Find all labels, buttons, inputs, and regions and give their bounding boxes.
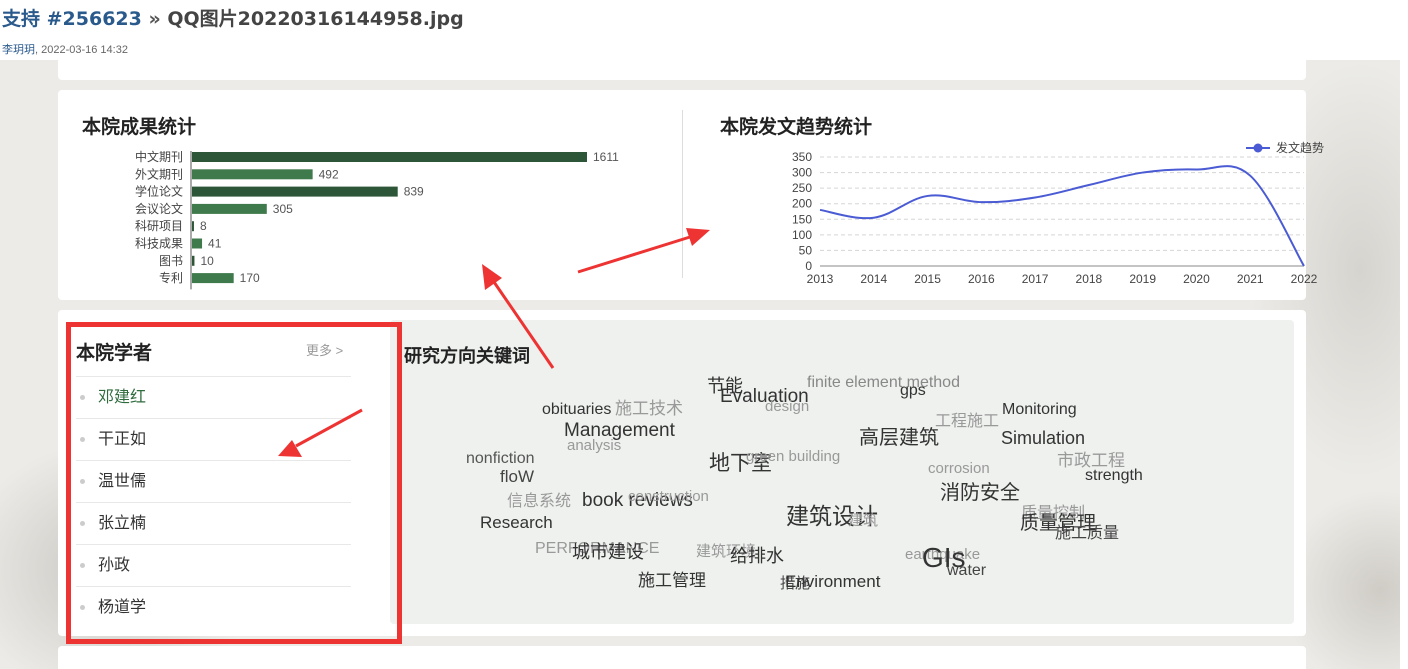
annotation-arrows: [278, 228, 710, 457]
arrow-to-scholars: [278, 408, 363, 457]
arrow-to-trend: [577, 228, 710, 274]
arrow-to-stats: [482, 264, 555, 369]
